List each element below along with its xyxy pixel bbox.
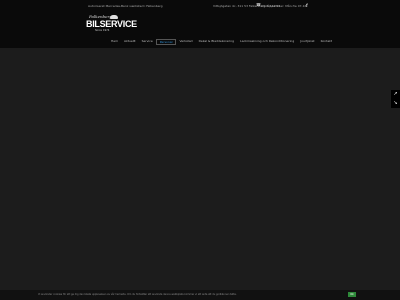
nav-item-lackmaskning[interactable]: Lackmaskning och Rekonditionering: [237, 39, 297, 45]
nav-item-hem[interactable]: Hem: [108, 39, 121, 45]
nav-item-personal[interactable]: Personal: [155, 39, 177, 45]
header-tagline: Autoriseret Mercedes-Benz værksted i Fal…: [88, 4, 163, 8]
cookie-banner: Vi använder cookies för att ge dig den b…: [0, 290, 400, 300]
cookie-accept-button[interactable]: Ok: [348, 292, 356, 297]
arrow-up-icon[interactable]: ↗: [393, 92, 397, 97]
nav-item-service[interactable]: Service: [139, 39, 156, 45]
site-logo[interactable]: Falkenbergs BILSERVICE Since 1974: [86, 14, 137, 35]
nav-item-verkstad[interactable]: Verkstad: [176, 39, 195, 45]
cookie-text: Vi använder cookies för att ge dig den b…: [38, 293, 237, 296]
nav-item-dekal[interactable]: Dekal & Bladdekorering: [196, 39, 238, 45]
logo-brand-text: BILSERVICE: [86, 19, 137, 29]
nav-item-aktuellt[interactable]: Aktuellt: [121, 39, 139, 45]
header-bar: Autoriseret Mercedes-Benz værksted i Fal…: [0, 0, 400, 48]
nav-item-kontakt[interactable]: Kontakt: [318, 39, 335, 45]
logo-tag-text: Since 1974: [95, 29, 110, 32]
nav-item-jourtjanst[interactable]: Jourtjänst: [297, 39, 317, 45]
header-phone[interactable]: 0346-141 99: [261, 4, 280, 8]
facebook-icon[interactable]: f: [306, 3, 308, 8]
side-scroll-widget: ↗ ↘: [391, 90, 400, 108]
phone-icon: ☎: [256, 2, 261, 7]
main-nav: Hem Aktuellt Service Personal Verkstad D…: [108, 39, 335, 45]
arrow-down-icon[interactable]: ↘: [393, 101, 397, 106]
